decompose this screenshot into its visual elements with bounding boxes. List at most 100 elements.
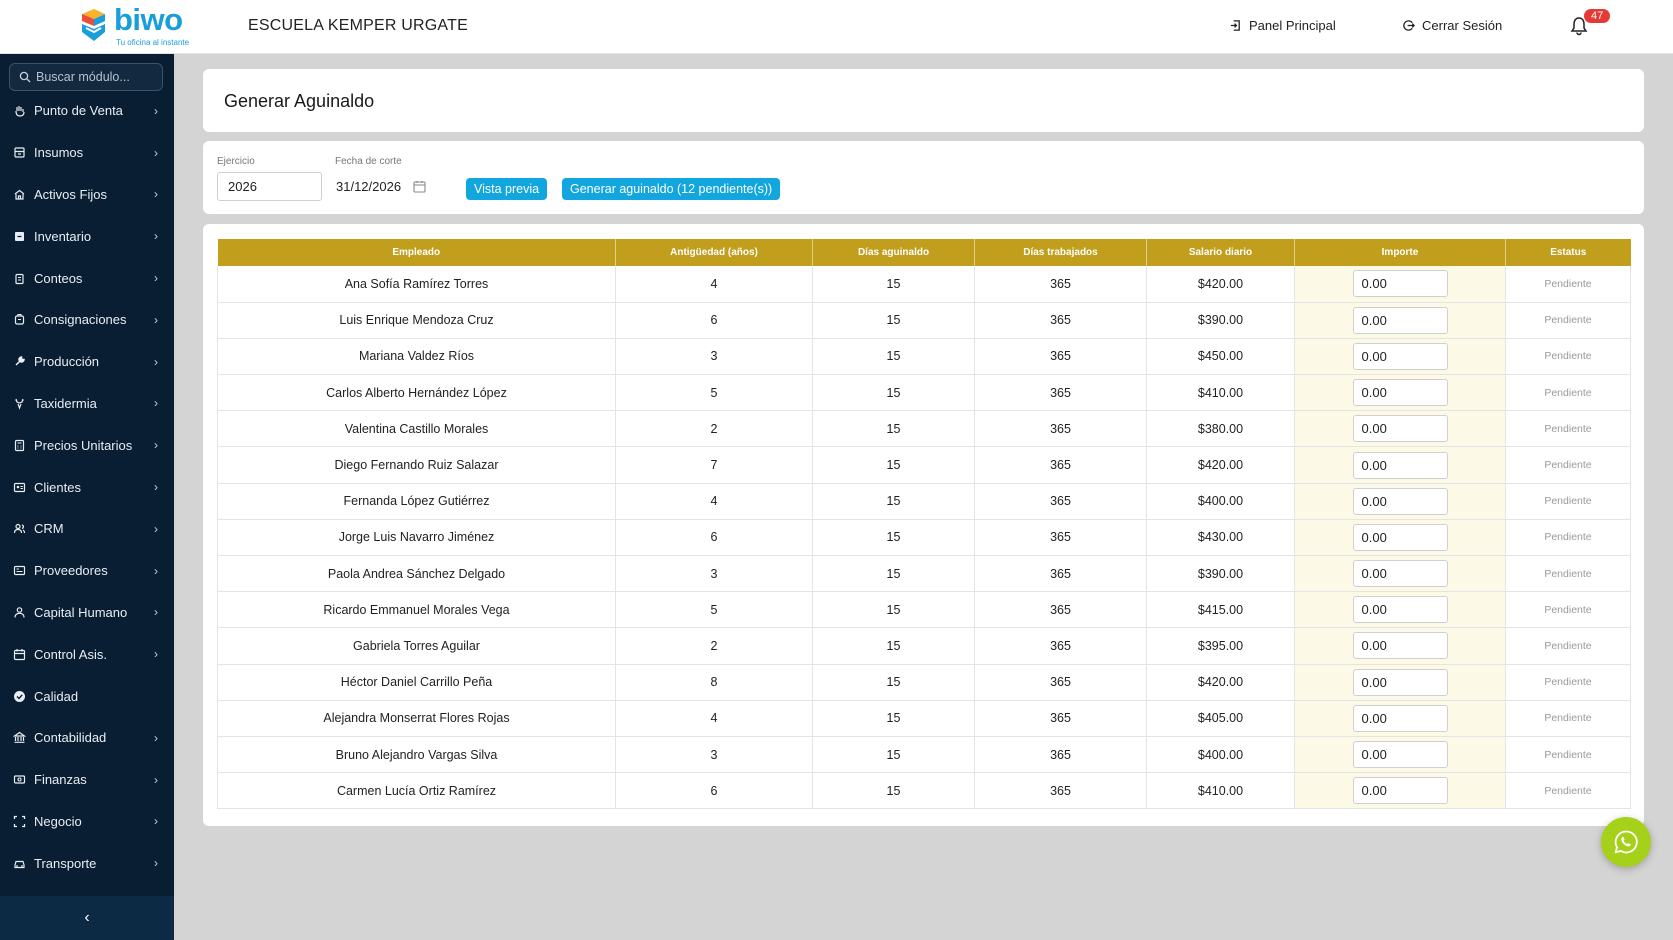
importe-input[interactable] [1352, 777, 1448, 805]
importe-input[interactable] [1352, 379, 1448, 407]
cell-importe [1294, 772, 1506, 810]
importe-input[interactable] [1352, 596, 1448, 624]
sidebar-item-precios-unitarios[interactable]: Precios Unitarios › [0, 424, 174, 466]
importe-input[interactable] [1352, 451, 1448, 479]
importe-input[interactable] [1352, 704, 1448, 732]
sidebar-item-insumos[interactable]: Insumos › [0, 132, 174, 174]
cell-empleado: Héctor Daniel Carrillo Peña [217, 664, 616, 701]
sidebar-item-negocio[interactable]: Negocio › [0, 801, 174, 843]
biwo-logo-mark-icon [82, 9, 105, 41]
importe-input[interactable] [1352, 415, 1448, 443]
cell-dias-trabajados: 365 [974, 627, 1147, 665]
cell-dias-trabajados: 365 [974, 302, 1147, 339]
sidebar-item-crm[interactable]: CRM › [0, 508, 174, 550]
table-row: Bruno Alejandro Vargas Silva 3 15 365 $400.0… [217, 736, 1631, 774]
vista-previa-button[interactable]: Vista previa [466, 178, 548, 200]
status-badge: Pendiente [1505, 483, 1631, 520]
sidebar-item-transporte[interactable]: Transporte › [0, 842, 174, 884]
cell-dias-aguinaldo: 15 [812, 700, 975, 737]
sidebar-item-inventario[interactable]: Inventario › [0, 215, 174, 257]
cell-importe [1294, 627, 1506, 665]
cell-dias-aguinaldo: 15 [812, 736, 975, 774]
cell-salario: $400.00 [1146, 736, 1295, 774]
whatsapp-icon [1614, 830, 1638, 854]
cell-dias-trabajados: 365 [974, 772, 1147, 810]
panel-principal-link[interactable]: Panel Principal [1229, 18, 1336, 33]
status-badge: Pendiente [1505, 374, 1631, 412]
col-antiguedad[interactable]: Antigüedad (años) [615, 239, 813, 266]
cell-salario: $420.00 [1146, 664, 1295, 701]
whatsapp-button[interactable] [1601, 817, 1651, 867]
status-badge: Pendiente [1505, 700, 1631, 737]
fecha-corte-value: 31/12/2026 [336, 179, 402, 194]
importe-input[interactable] [1352, 668, 1448, 696]
generar-aguinaldo-button[interactable]: Generar aguinaldo (12 pendiente(s)) [562, 178, 781, 200]
importe-input[interactable] [1352, 270, 1448, 298]
sidebar-item-taxidermia[interactable]: Taxidermia › [0, 383, 174, 425]
sidebar-item-punto-de-venta[interactable]: Punto de Venta › [0, 90, 174, 132]
sidebar-item-consignaciones[interactable]: Consignaciones › [0, 299, 174, 341]
logout-link[interactable]: Cerrar Sesión [1402, 18, 1502, 33]
col-empleado[interactable]: Empleado [217, 239, 616, 266]
importe-input[interactable] [1352, 560, 1448, 588]
cell-salario: $390.00 [1146, 302, 1295, 339]
importe-input[interactable] [1352, 523, 1448, 551]
biwo-logo[interactable]: biwo Tu oficina al instante [78, 2, 198, 48]
cell-importe [1294, 410, 1506, 448]
sidebar-item-conteos[interactable]: Conteos › [0, 257, 174, 299]
cell-dias-aguinaldo: 15 [812, 374, 975, 412]
col-estatus[interactable]: Estatus [1505, 239, 1631, 266]
cell-importe [1294, 483, 1506, 520]
sidebar-item-label: Contabilidad [34, 730, 107, 746]
importe-input[interactable] [1352, 487, 1448, 515]
fecha-corte-label: Fecha de corte [335, 156, 402, 167]
sidebar-item-produccion[interactable]: Producción › [0, 341, 174, 383]
importe-input[interactable] [1352, 632, 1448, 660]
cell-importe [1294, 302, 1506, 339]
status-badge: Pendiente [1505, 446, 1631, 484]
ejercicio-input[interactable] [217, 172, 322, 201]
sidebar-item-finanzas[interactable]: Finanzas › [0, 759, 174, 801]
search-box[interactable] [9, 63, 163, 91]
wrench-icon [13, 355, 26, 368]
sidebar-item-clientes[interactable]: Clientes › [0, 466, 174, 508]
cell-antiguedad: 6 [615, 772, 813, 810]
col-importe[interactable]: Importe [1294, 239, 1506, 266]
sidebar-item-label: Punto de Venta [34, 103, 123, 119]
calendar-icon [13, 648, 26, 661]
importe-input[interactable] [1352, 342, 1448, 370]
sidebar-item-activos-fijos[interactable]: Activos Fijos › [0, 174, 174, 216]
cell-importe [1294, 591, 1506, 629]
chevron-right-icon: › [154, 605, 158, 620]
chevron-right-icon: › [154, 856, 158, 871]
search-input[interactable] [36, 70, 156, 84]
cell-antiguedad: 4 [615, 266, 813, 303]
sidebar-item-label: Transporte [34, 855, 97, 871]
importe-input[interactable] [1352, 306, 1448, 334]
cell-dias-trabajados: 365 [974, 410, 1147, 448]
col-dias-trabajados[interactable]: Días trabajados [974, 239, 1147, 266]
ejercicio-label: Ejercicio [217, 156, 255, 167]
chevron-right-icon: › [154, 354, 158, 369]
fecha-corte-input[interactable]: 31/12/2026 [336, 172, 426, 201]
col-dias-aguinaldo[interactable]: Días aguinaldo [812, 239, 975, 266]
sidebar-item-control-asis[interactable]: Control Asis. › [0, 633, 174, 675]
cell-antiguedad: 5 [615, 374, 813, 412]
sidebar-item-capital-humano[interactable]: Capital Humano › [0, 592, 174, 634]
sidebar-item-contabilidad[interactable]: Contabilidad › [0, 717, 174, 759]
sidebar-collapse-button[interactable]: ‹ [0, 896, 174, 940]
cell-salario: $410.00 [1146, 374, 1295, 412]
deer-icon [13, 397, 26, 410]
table-row: Jorge Luis Navarro Jiménez615365$430.00 P… [217, 519, 1631, 557]
importe-input[interactable] [1352, 741, 1448, 769]
sidebar-item-proveedores[interactable]: Proveedores › [0, 550, 174, 592]
table-card: Empleado Antigüedad (años) Días aguinald… [203, 224, 1644, 826]
logout-icon [1403, 20, 1415, 31]
calendar-icon[interactable] [413, 180, 426, 193]
sidebar-item-label: Insumos [34, 145, 84, 161]
col-salario-diario[interactable]: Salario diario [1146, 239, 1295, 266]
cell-dias-aguinaldo: 15 [812, 627, 975, 665]
sidebar-item-calidad[interactable]: Calidad [0, 675, 174, 717]
login-icon [1230, 20, 1240, 31]
focus-icon [13, 815, 26, 828]
